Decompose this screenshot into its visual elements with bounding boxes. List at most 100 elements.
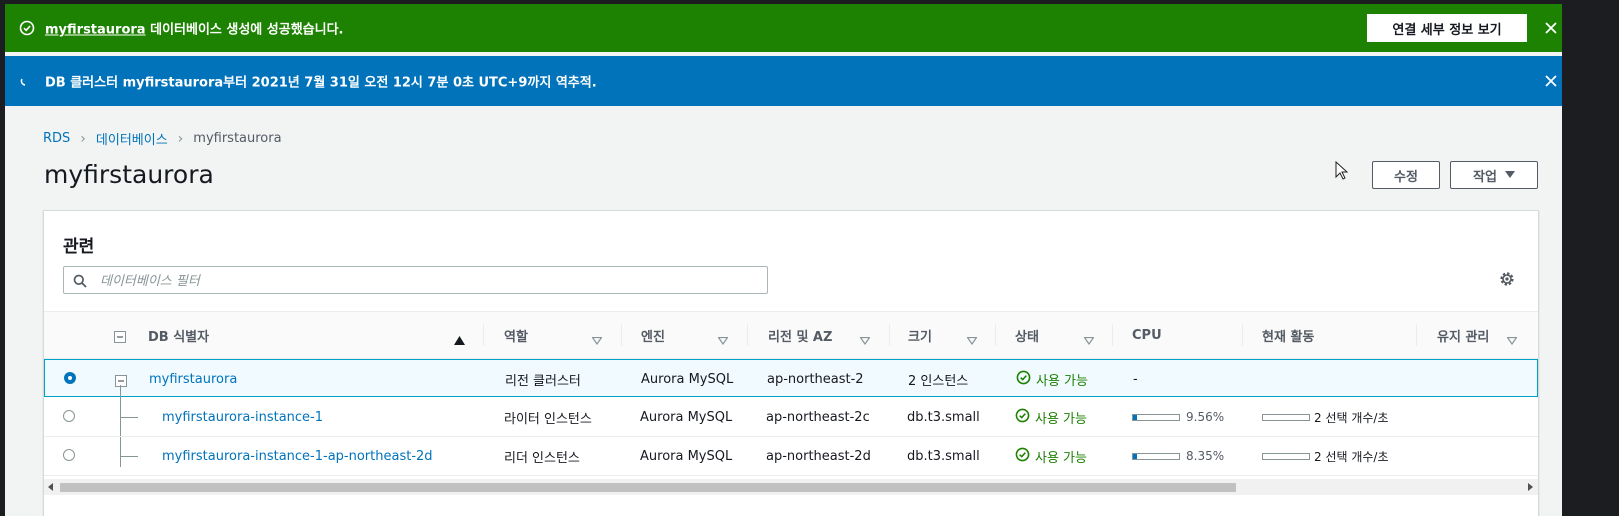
- table-row-instance[interactable]: myfirstaurora-instance-1 라이터 인스턴스 Aurora…: [44, 398, 1538, 437]
- role-cell: 라이터 인스턴스: [504, 411, 592, 427]
- cpu-value: 9.56%: [1186, 410, 1225, 424]
- column-size-label: 크기: [908, 329, 932, 345]
- table-header: DB 식별자 역할 엔진 리전 및 AZ 크기 상태 CPU 현재 활동 유지 …: [44, 311, 1538, 359]
- breadcrumb-current: myfirstaurora: [193, 131, 282, 146]
- breadcrumb-rds[interactable]: RDS: [43, 131, 70, 146]
- info-message: DB 클러스터 myfirstaurora부터 2021년 7월 31일 오전 …: [45, 75, 597, 91]
- activity-bar: [1262, 413, 1310, 421]
- search-icon: [73, 273, 87, 292]
- column-divider: [1112, 324, 1113, 346]
- column-role[interactable]: 역할: [504, 312, 528, 358]
- column-engine-label: 엔진: [641, 329, 665, 345]
- horizontal-scrollbar[interactable]: [44, 479, 1538, 495]
- breadcrumb-separator-icon: ›: [80, 130, 86, 147]
- db-identifier-link[interactable]: myfirstaurora: [149, 360, 237, 398]
- success-flashbar: myfirstaurora 데이터베이스 생성에 성공했습니다. 연결 세부 정…: [5, 4, 1567, 52]
- status-cell: 사용 가능: [1015, 437, 1087, 475]
- status-cell: 사용 가능: [1016, 360, 1088, 398]
- column-divider: [995, 324, 996, 346]
- window-edge: [1562, 0, 1619, 516]
- column-db-identifier[interactable]: DB 식별자: [148, 312, 209, 358]
- modify-button[interactable]: 수정: [1372, 161, 1440, 189]
- panel-title: 관련: [63, 237, 95, 257]
- region-cell: ap-northeast-2c: [766, 409, 870, 425]
- view-connection-details-button[interactable]: 연결 세부 정보 보기: [1367, 14, 1527, 42]
- region-cell: ap-northeast-2: [767, 371, 864, 387]
- row-radio[interactable]: [63, 449, 75, 461]
- sort-caret-down-icon[interactable]: [859, 330, 871, 349]
- column-status-label: 상태: [1015, 329, 1039, 345]
- db-identifier-link[interactable]: myfirstaurora-instance-1-ap-northeast-2d: [162, 437, 433, 475]
- caret-down-icon: [1504, 168, 1515, 183]
- db-identifier-link[interactable]: myfirstaurora-instance-1: [162, 398, 323, 436]
- status-available-icon: [1015, 447, 1030, 466]
- column-divider: [747, 324, 748, 346]
- table-row-cluster[interactable]: myfirstaurora 리전 클러스터 Aurora MySQL ap-no…: [44, 359, 1538, 397]
- collapse-all-icon[interactable]: [114, 328, 126, 347]
- breadcrumb-databases[interactable]: 데이터베이스: [96, 129, 168, 148]
- sort-caret-down-icon[interactable]: [1083, 330, 1095, 349]
- status-available-icon: [1016, 370, 1031, 389]
- success-message-text: 데이터베이스 생성에 성공했습니다.: [145, 22, 344, 38]
- column-divider: [889, 324, 890, 346]
- size-cell: 2 인스턴스: [908, 373, 969, 389]
- cpu-progress-fill: [1133, 453, 1137, 459]
- page-title: myfirstaurora: [44, 160, 214, 189]
- cpu-cell: 9.56%: [1132, 398, 1224, 436]
- scroll-left-icon[interactable]: [48, 483, 53, 491]
- cpu-cell: 8.35%: [1132, 437, 1224, 475]
- database-filter-input[interactable]: [98, 270, 762, 292]
- cpu-progress-fill: [1133, 414, 1138, 420]
- table-row-instance[interactable]: myfirstaurora-instance-1-ap-northeast-2d…: [44, 437, 1538, 476]
- engine-cell: Aurora MySQL: [640, 409, 733, 425]
- column-db-identifier-label: DB 식별자: [148, 329, 210, 345]
- scroll-right-icon[interactable]: [1528, 483, 1533, 491]
- column-maintenance-label: 유지 관리: [1437, 329, 1490, 345]
- scrollbar-thumb[interactable]: [60, 483, 1236, 492]
- column-current-activity[interactable]: 현재 활동: [1262, 312, 1314, 358]
- status-label: 사용 가능: [1035, 450, 1087, 466]
- gear-icon[interactable]: [1498, 270, 1516, 292]
- row-radio[interactable]: [63, 410, 75, 422]
- activity-cell: 2 선택 개수/초: [1262, 398, 1389, 436]
- actions-dropdown-button[interactable]: 작업: [1450, 161, 1538, 189]
- success-message: myfirstaurora 데이터베이스 생성에 성공했습니다.: [45, 19, 344, 38]
- breadcrumb-separator-icon: ›: [177, 130, 184, 147]
- success-check-icon: [19, 20, 35, 36]
- size-cell: db.t3.small: [907, 448, 980, 464]
- column-region-az[interactable]: 리전 및 AZ: [768, 312, 832, 358]
- size-cell: db.t3.small: [907, 409, 980, 425]
- sort-caret-down-icon[interactable]: [966, 330, 978, 349]
- column-cpu[interactable]: CPU: [1132, 312, 1162, 358]
- status-cell: 사용 가능: [1015, 398, 1087, 436]
- cpu-value: 8.35%: [1186, 449, 1225, 463]
- column-engine[interactable]: 엔진: [641, 312, 665, 358]
- close-info-icon[interactable]: [1542, 72, 1560, 90]
- column-status[interactable]: 상태: [1015, 312, 1039, 358]
- column-maintenance[interactable]: 유지 관리: [1437, 312, 1489, 358]
- cpu-progress-bar: [1132, 452, 1180, 460]
- close-success-icon[interactable]: [1542, 19, 1560, 37]
- console-frame: myfirstaurora 데이터베이스 생성에 성공했습니다. 연결 세부 정…: [5, 4, 1567, 516]
- success-db-link[interactable]: myfirstaurora: [45, 23, 146, 38]
- sort-caret-down-icon[interactable]: [1506, 330, 1518, 349]
- column-divider: [483, 324, 484, 346]
- column-size[interactable]: 크기: [908, 312, 932, 358]
- actions-label: 작업: [1473, 169, 1497, 185]
- cpu-progress-bar: [1132, 413, 1180, 421]
- column-cpu-label: CPU: [1132, 327, 1162, 343]
- sort-caret-down-icon[interactable]: [717, 330, 729, 349]
- collapse-row-icon[interactable]: [115, 372, 127, 391]
- sort-ascending-icon[interactable]: [454, 330, 465, 349]
- region-cell: ap-northeast-2d: [766, 448, 871, 464]
- engine-cell: Aurora MySQL: [641, 371, 734, 387]
- row-radio-selected[interactable]: [64, 372, 76, 384]
- breadcrumb: RDS › 데이터베이스 › myfirstaurora: [43, 129, 282, 149]
- related-databases-panel: 관련 DB 식별자: [43, 210, 1539, 516]
- sort-caret-down-icon[interactable]: [591, 330, 603, 349]
- cpu-cell: -: [1133, 371, 1138, 387]
- column-role-label: 역할: [504, 329, 528, 345]
- status-label: 사용 가능: [1035, 411, 1087, 427]
- database-filter[interactable]: [63, 266, 768, 294]
- column-region-az-label: 리전 및 AZ: [768, 329, 833, 345]
